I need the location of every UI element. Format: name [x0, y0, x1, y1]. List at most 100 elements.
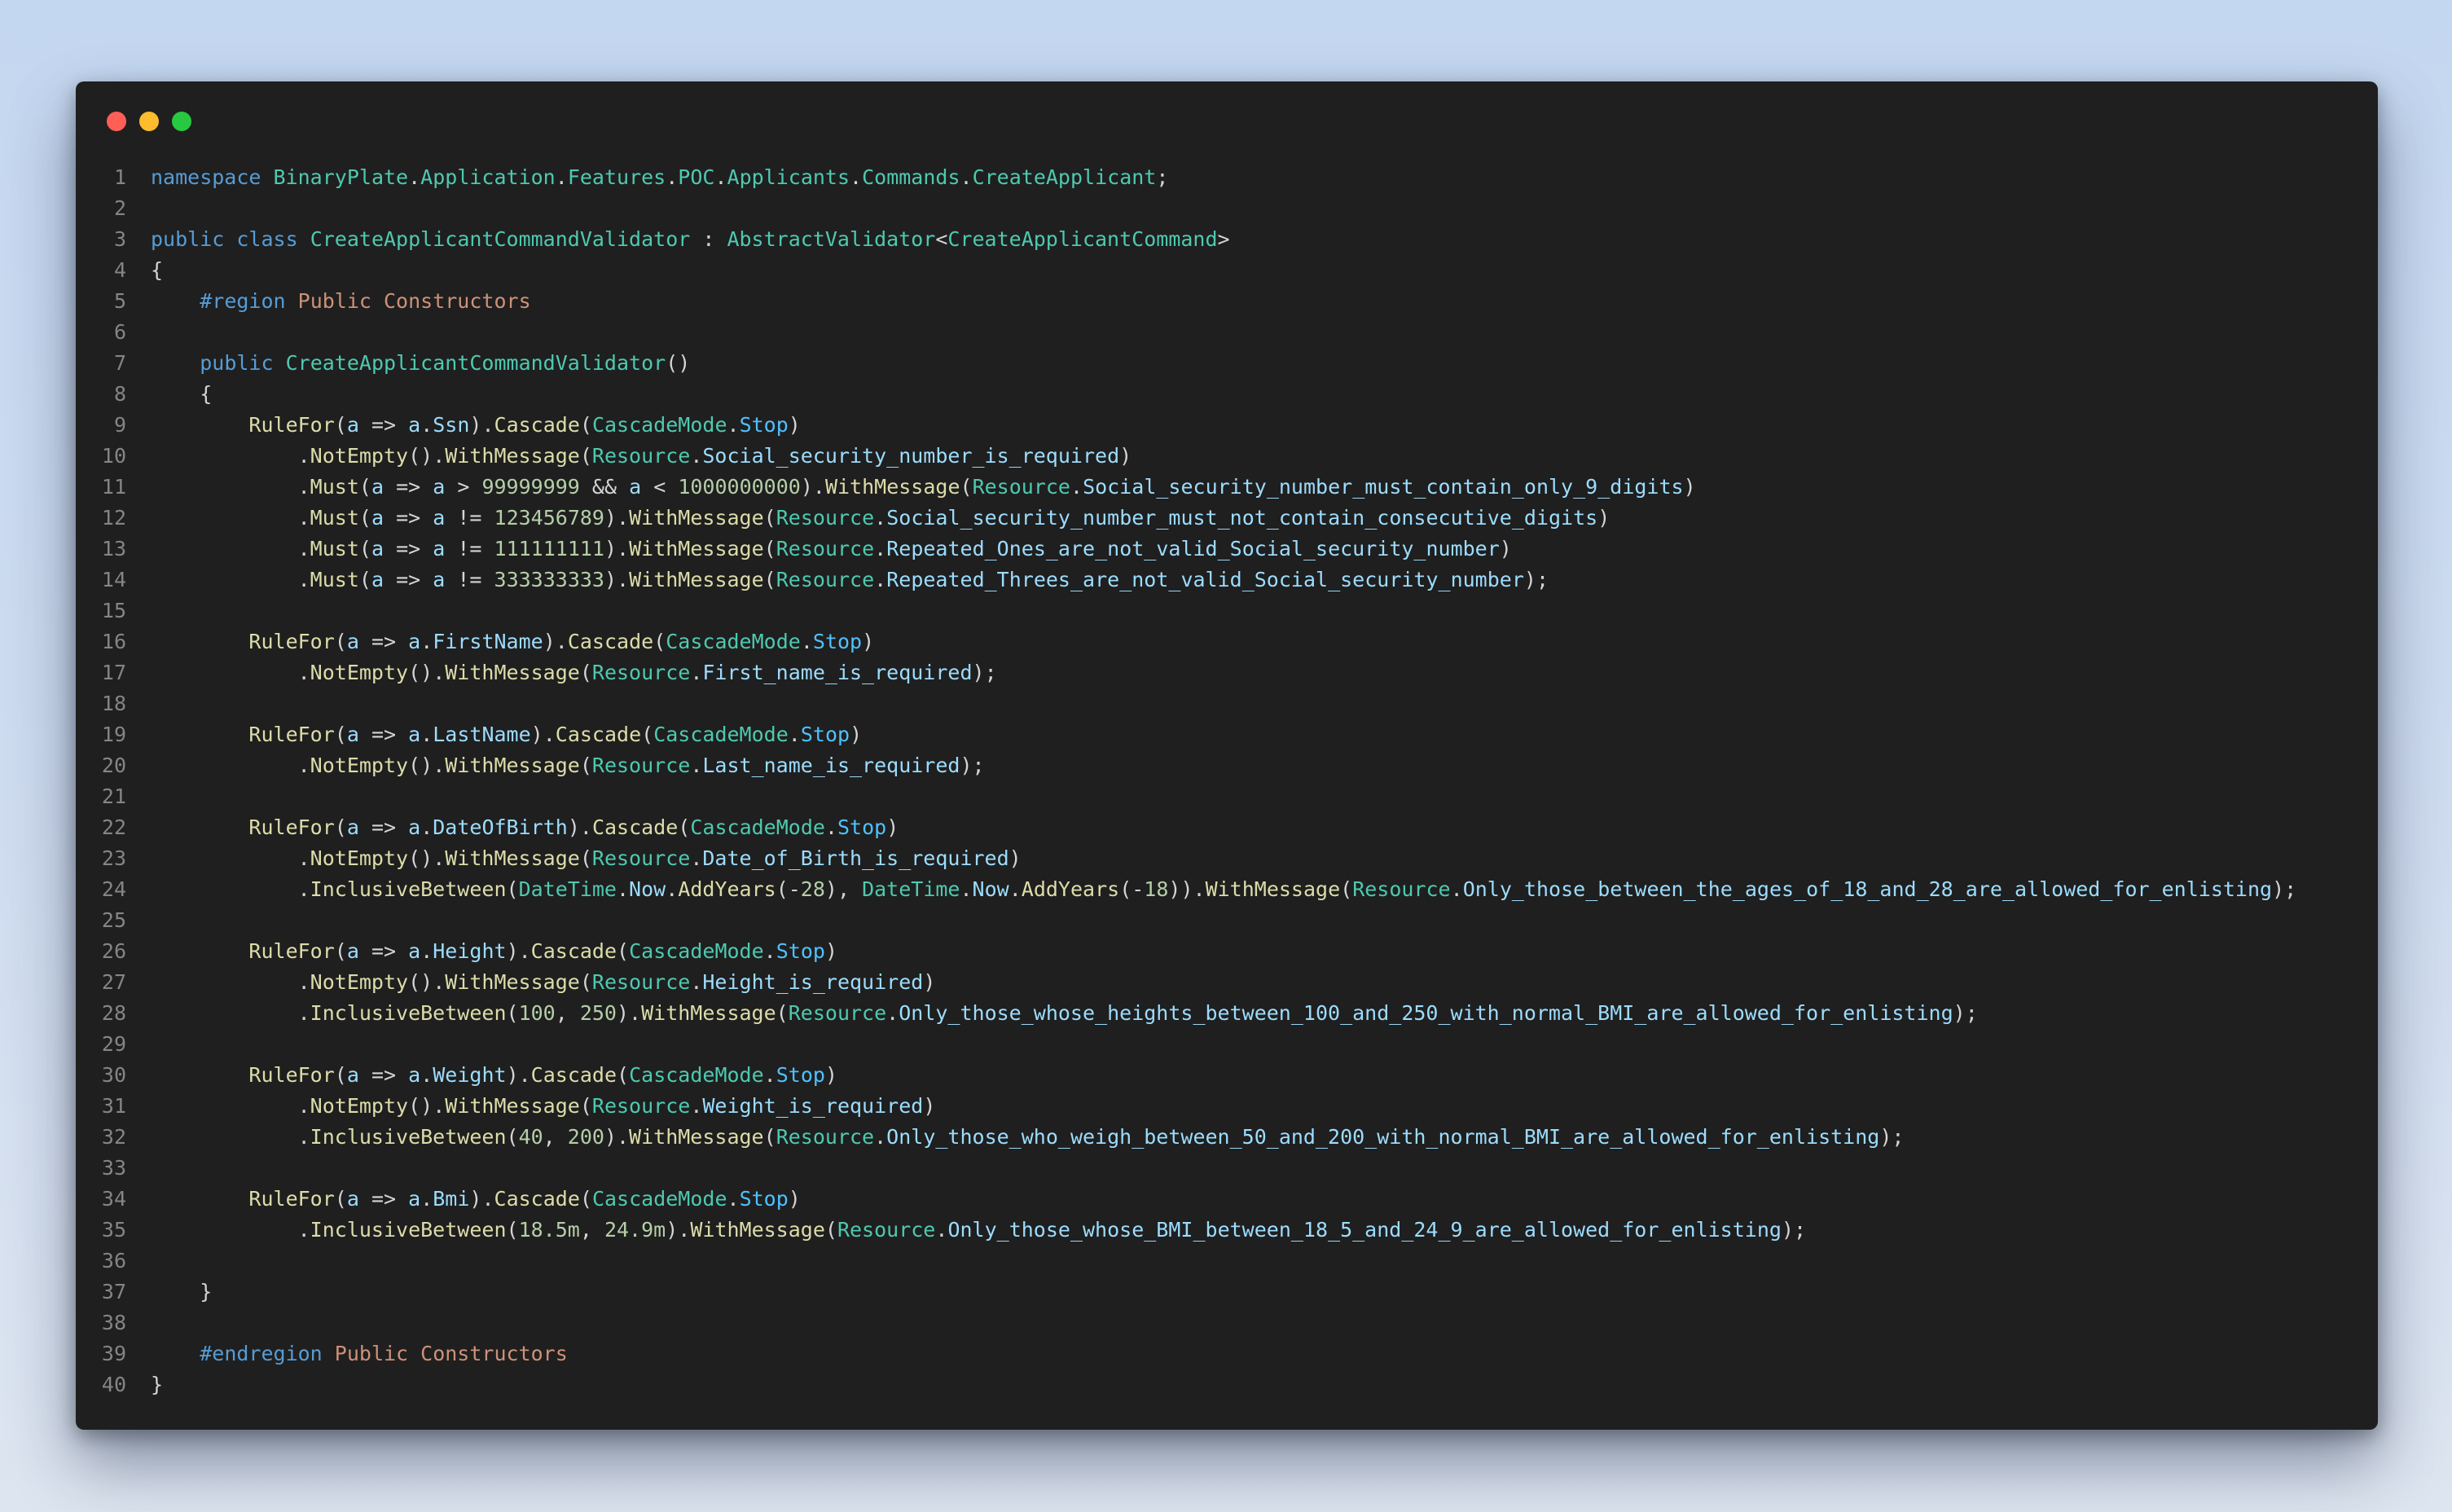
code-token: a	[346, 723, 359, 746]
code-token: (	[506, 1218, 519, 1242]
code-token: .	[151, 444, 310, 468]
code-token: .	[420, 815, 433, 839]
line-number: 29	[101, 1032, 126, 1056]
code-line: 34 RuleFor(a => a.Bmi).Cascade(CascadeMo…	[76, 1184, 2378, 1215]
code-token: RuleFor	[248, 939, 335, 963]
code-token: Only_those_between_the_ages_of_18_and_28…	[1462, 877, 2273, 901]
code-token: .	[874, 1125, 887, 1149]
code-block: 1 namespace BinaryPlate.Application.Featu…	[76, 162, 2378, 1400]
code-token: ).	[800, 475, 825, 499]
code-token: DateTime	[862, 877, 960, 901]
code-token: }	[151, 1280, 213, 1303]
line-number: 36	[101, 1249, 126, 1272]
code-token: RuleFor	[248, 1063, 335, 1087]
code-text: .Must(a => a != 333333333).WithMessage(R…	[126, 565, 1549, 596]
code-token: .	[960, 877, 973, 901]
close-dot-icon[interactable]	[107, 112, 126, 131]
code-token: );	[1879, 1125, 1905, 1149]
code-token: AddYears	[1021, 877, 1120, 901]
code-line: 16 RuleFor(a => a.FirstName).Cascade(Cas…	[76, 626, 2378, 657]
code-text: .Must(a => a != 123456789).WithMessage(R…	[126, 503, 1610, 534]
code-token: RuleFor	[248, 413, 335, 437]
code-token: .	[850, 165, 863, 189]
code-token: =>	[384, 506, 433, 530]
code-token: a	[408, 413, 421, 437]
code-token: (	[776, 1001, 789, 1025]
code-token: !=	[445, 537, 494, 560]
code-token: 250	[579, 1001, 617, 1025]
code-token: Must	[310, 568, 359, 591]
code-token: )	[1008, 846, 1022, 870]
code-token: (	[763, 506, 776, 530]
code-token: Resource	[776, 568, 875, 591]
code-token: (	[579, 413, 592, 437]
code-token: );	[972, 661, 997, 684]
code-token: .	[690, 661, 703, 684]
code-token: )	[850, 723, 863, 746]
code-token: )	[824, 1063, 838, 1087]
code-token: Resource	[591, 970, 691, 994]
code-token: <	[641, 475, 679, 499]
code-token: (	[506, 877, 519, 901]
code-token: .	[616, 877, 630, 901]
code-token: (	[358, 568, 371, 591]
code-line: 17 .NotEmpty().WithMessage(Resource.Firs…	[76, 657, 2378, 688]
code-token: .	[874, 568, 887, 591]
code-text: .NotEmpty().WithMessage(Resource.First_n…	[126, 657, 997, 688]
code-token: a	[408, 1187, 421, 1211]
code-token: {	[151, 258, 164, 282]
code-token: ).	[469, 1187, 494, 1211]
code-line: 6	[76, 317, 2378, 348]
code-token: )	[788, 1187, 801, 1211]
code-token: .	[420, 1187, 433, 1211]
code-token: Stop	[776, 1063, 825, 1087]
code-token: Ssn	[433, 413, 470, 437]
code-token: a	[346, 939, 359, 963]
code-token: WithMessage	[690, 1218, 825, 1242]
code-token: (	[579, 661, 592, 684]
code-line: 39 #endregion Public Constructors	[76, 1338, 2378, 1369]
code-token: a	[346, 630, 359, 653]
code-token: Cascade	[530, 1063, 617, 1087]
code-token: Resource	[776, 537, 875, 560]
code-token: =>	[384, 475, 433, 499]
code-token: DateTime	[518, 877, 617, 901]
code-line: 22 RuleFor(a => a.DateOfBirth).Cascade(C…	[76, 812, 2378, 843]
code-text: RuleFor(a => a.Weight).Cascade(CascadeMo…	[126, 1060, 837, 1091]
code-token: .	[408, 165, 421, 189]
code-token: .	[727, 413, 740, 437]
code-token: ()	[666, 351, 691, 375]
code-token: DateOfBirth	[433, 815, 568, 839]
code-token: Bmi	[433, 1187, 470, 1211]
code-token: 100	[518, 1001, 556, 1025]
maximize-dot-icon[interactable]	[172, 112, 191, 131]
code-line: 31 .NotEmpty().WithMessage(Resource.Weig…	[76, 1091, 2378, 1122]
code-token: a	[433, 537, 446, 560]
code-token: Resource	[591, 1094, 691, 1118]
code-token: (	[579, 754, 592, 777]
code-token: Cascade	[494, 1187, 580, 1211]
code-token: CascadeMode	[653, 723, 789, 746]
code-token: )	[886, 815, 899, 839]
code-token: .	[824, 815, 837, 839]
code-line: 4{	[76, 255, 2378, 286]
code-token: Applicants	[727, 165, 850, 189]
code-token: =>	[358, 1063, 409, 1087]
minimize-dot-icon[interactable]	[139, 112, 159, 131]
code-token: Stop	[739, 1187, 789, 1211]
code-token: (	[1340, 877, 1353, 901]
code-token: .	[420, 630, 433, 653]
code-token: a	[408, 630, 421, 653]
code-text: .InclusiveBetween(18.5m, 24.9m).WithMess…	[126, 1215, 1806, 1246]
code-token: (	[334, 413, 347, 437]
code-token: Resource	[591, 661, 691, 684]
code-token: CascadeMode	[629, 1063, 764, 1087]
